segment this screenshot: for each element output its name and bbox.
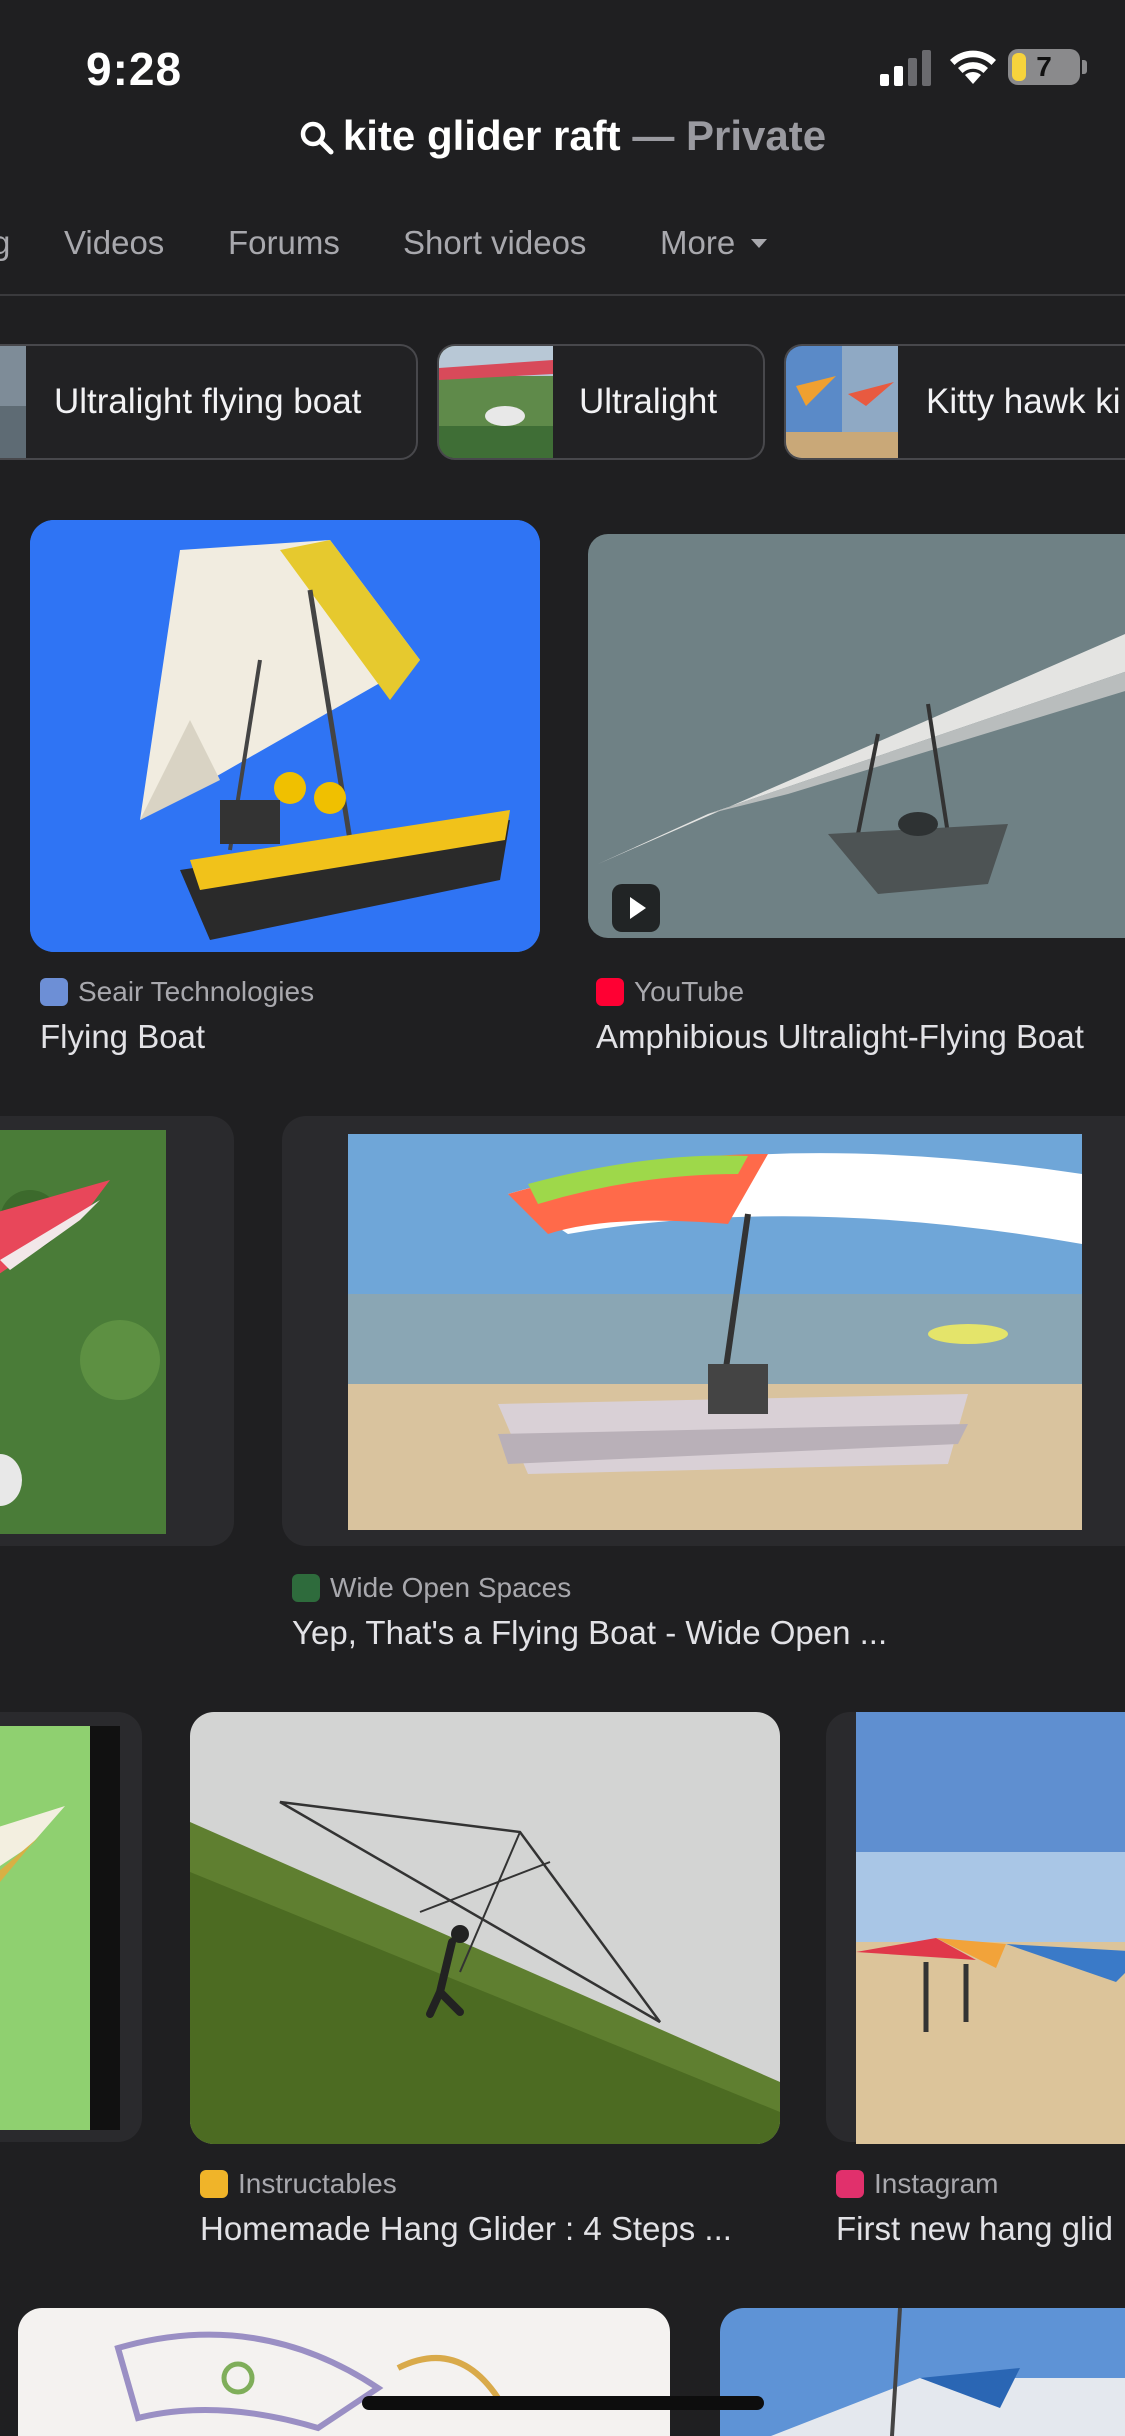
result-source[interactable]: Instagram: [836, 2168, 999, 2200]
video-play-icon: [612, 884, 660, 932]
result-title[interactable]: First new hang glid: [836, 2210, 1113, 2248]
inflatable-flying-boat-photo: [348, 1134, 1082, 1530]
result-source[interactable]: Wide Open Spaces: [292, 1572, 571, 1604]
search-icon: [300, 121, 334, 155]
cellular-signal-icon: [880, 50, 931, 86]
result-image-homemade-hang-glider[interactable]: [190, 1712, 780, 2144]
beach-hang-gliders-photo: [856, 1712, 1125, 2144]
chip-thumbnail: [439, 346, 553, 458]
result-source[interactable]: Seair Technologies: [40, 976, 314, 1008]
aerial-glider-photo: [0, 1130, 166, 1534]
result-image-drawn-glider[interactable]: [18, 2308, 670, 2436]
chip-ultralight[interactable]: Ultralight: [437, 344, 765, 460]
home-indicator[interactable]: [362, 2396, 764, 2410]
private-mode-label: Private: [686, 112, 827, 159]
status-time: 9:28: [86, 43, 183, 95]
result-image-green-screen-glider[interactable]: [0, 1726, 120, 2130]
result-image-green-glider[interactable]: [0, 1130, 166, 1534]
flying-boat-photo: [30, 520, 540, 952]
wifi-icon: [950, 50, 996, 84]
search-separator: —: [632, 112, 675, 159]
result-video-amphibious-ultralight[interactable]: [588, 534, 1125, 938]
result-title[interactable]: Amphibious Ultralight-Flying Boat: [596, 1018, 1084, 1056]
search-bar[interactable]: kite glider raft — Private: [0, 112, 1125, 172]
glider-sketch-photo: [18, 2308, 670, 2436]
result-image-flying-boat[interactable]: [30, 520, 540, 952]
result-title[interactable]: Flying Boat: [40, 1018, 205, 1056]
chip-kitty-hawk[interactable]: Kitty hawk ki: [784, 344, 1125, 460]
result-source[interactable]: Instructables: [200, 2168, 397, 2200]
chip-label: Ultralight: [579, 382, 718, 421]
tab-more[interactable]: More: [660, 224, 768, 262]
search-query: kite glider raft: [342, 112, 621, 159]
battery-icon: 7: [1008, 49, 1080, 85]
wide-open-spaces-icon: [292, 1574, 320, 1602]
homemade-hang-glider-photo: [190, 1712, 780, 2144]
instructables-icon: [200, 2170, 228, 2198]
chip-thumbnail: [786, 346, 898, 458]
instagram-icon: [836, 2170, 864, 2198]
youtube-icon: [596, 978, 624, 1006]
chip-label: Ultralight flying boat: [54, 382, 362, 421]
globe-icon: [40, 978, 68, 1006]
chip-ultralight-flying-boat[interactable]: Ultralight flying boat: [0, 344, 418, 460]
tab-videos[interactable]: Videos: [64, 224, 164, 262]
result-image-instagram-hang-glider[interactable]: [856, 1712, 1125, 2144]
chevron-down-icon: [751, 239, 768, 248]
tab-forums[interactable]: Forums: [228, 224, 340, 262]
result-source[interactable]: YouTube: [596, 976, 744, 1008]
green-screen-glider-photo: [0, 1726, 120, 2130]
chip-label: Kitty hawk ki: [926, 382, 1121, 421]
chip-thumbnail: [0, 346, 26, 458]
amphibious-ultralight-photo: [588, 534, 1125, 938]
tab-short-videos[interactable]: Short videos: [403, 224, 586, 262]
battery-tip: [1082, 60, 1087, 74]
ultralight-sail-photo: [720, 2308, 1125, 2436]
result-title[interactable]: Homemade Hang Glider : 4 Steps ...: [200, 2210, 732, 2248]
status-bar: 9:28 7: [0, 0, 1125, 120]
result-title[interactable]: Yep, That's a Flying Boat - Wide Open ..…: [292, 1614, 887, 1652]
tab-images[interactable]: g: [0, 224, 10, 262]
result-image-wide-open-spaces[interactable]: [348, 1134, 1082, 1530]
result-image-ultralight-sail[interactable]: [720, 2308, 1125, 2436]
search-tabs: g Videos Forums Short videos More: [0, 200, 1125, 296]
battery-level: 7: [1036, 51, 1052, 82]
